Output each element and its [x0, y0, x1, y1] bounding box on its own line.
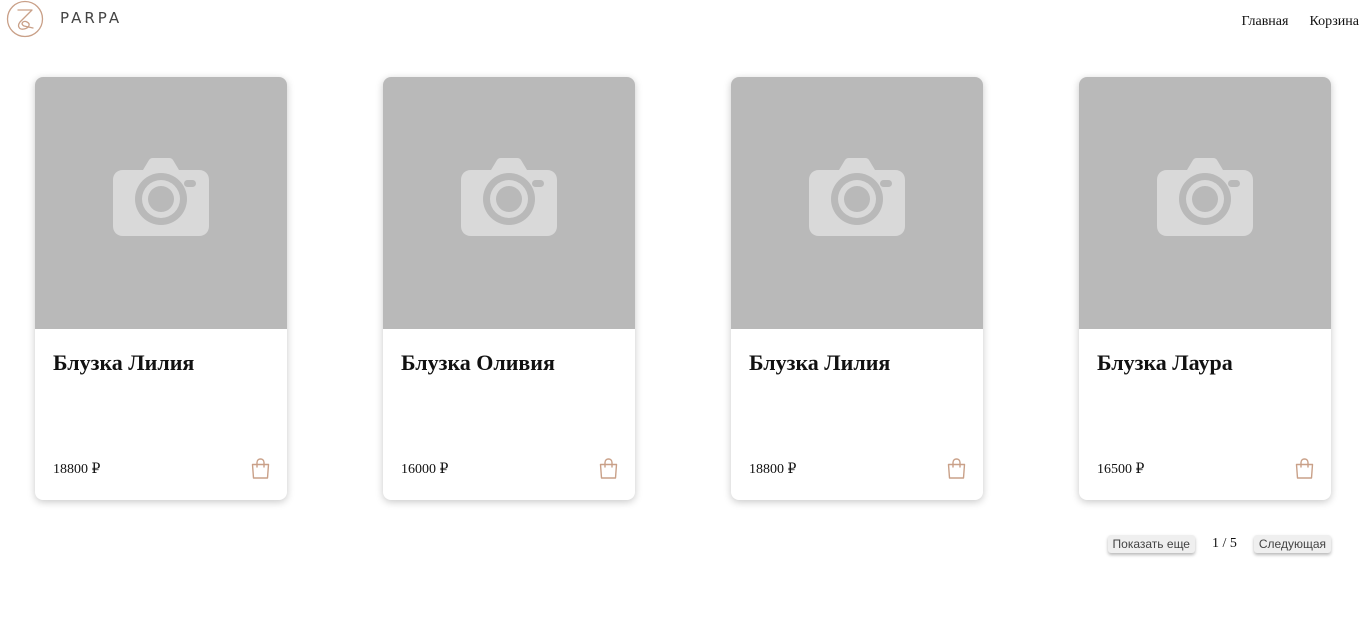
nav-link-cart[interactable]: Корзина — [1309, 14, 1359, 30]
camera-icon — [809, 158, 905, 236]
site-header: PARPA Главная Корзина — [0, 0, 1365, 40]
product-price: 18800 ₽ — [749, 462, 797, 477]
product-image-placeholder[interactable] — [1079, 77, 1331, 329]
product-image-placeholder[interactable] — [35, 77, 287, 329]
product-card[interactable]: Блузка Лилия 18800 ₽ — [731, 77, 983, 500]
shopping-bag-icon[interactable] — [1295, 458, 1314, 479]
product-title[interactable]: Блузка Лилия — [749, 350, 890, 376]
product-image-placeholder[interactable] — [383, 77, 635, 329]
pagination: Показать еще 1 / 5 Следующая — [1107, 535, 1331, 553]
product-price: 16000 ₽ — [401, 462, 449, 477]
camera-icon — [113, 158, 209, 236]
shopping-bag-icon[interactable] — [947, 458, 966, 479]
monogram-logo-icon — [6, 0, 44, 38]
shopping-bag-icon[interactable] — [599, 458, 618, 479]
brand-name: PARPA — [60, 9, 123, 27]
product-price: 18800 ₽ — [53, 462, 101, 477]
main-nav: Главная Корзина — [1241, 14, 1359, 30]
product-card[interactable]: Блузка Лаура 16500 ₽ — [1079, 77, 1331, 500]
product-grid: Блузка Лилия 18800 ₽ Блузка Оливия 16000… — [0, 77, 1365, 501]
logo[interactable]: PARPA — [6, 0, 122, 38]
product-title[interactable]: Блузка Оливия — [401, 350, 555, 376]
shopping-bag-icon[interactable] — [251, 458, 270, 479]
show-more-button[interactable]: Показать еще — [1107, 535, 1195, 553]
product-title[interactable]: Блузка Лилия — [53, 350, 194, 376]
next-page-button[interactable]: Следующая — [1253, 535, 1331, 553]
page-indicator: 1 / 5 — [1211, 536, 1237, 551]
nav-link-home[interactable]: Главная — [1241, 14, 1288, 30]
camera-icon — [1157, 158, 1253, 236]
product-image-placeholder[interactable] — [731, 77, 983, 329]
product-card[interactable]: Блузка Лилия 18800 ₽ — [35, 77, 287, 500]
product-card[interactable]: Блузка Оливия 16000 ₽ — [383, 77, 635, 500]
product-title[interactable]: Блузка Лаура — [1097, 350, 1233, 376]
camera-icon — [461, 158, 557, 236]
product-price: 16500 ₽ — [1097, 462, 1145, 477]
